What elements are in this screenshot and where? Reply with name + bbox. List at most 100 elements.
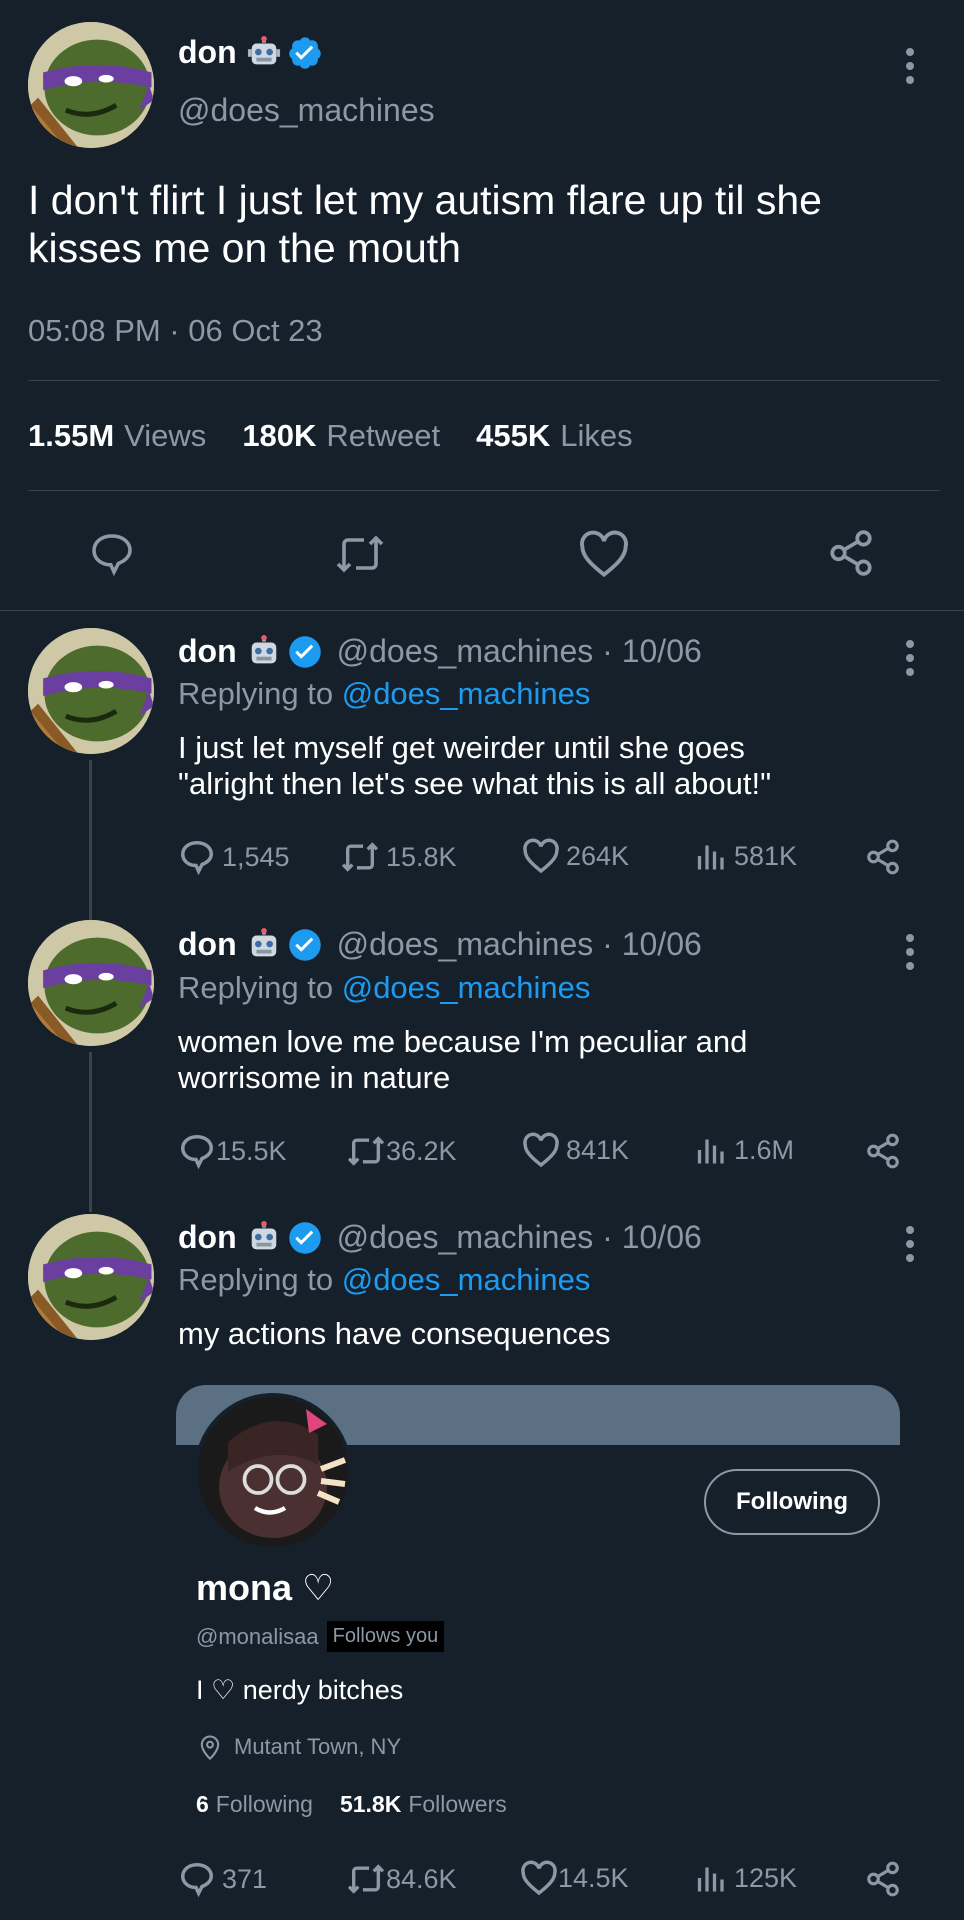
like-action[interactable]: 841K (522, 1132, 629, 1168)
location-text: Mutant Town, NY (234, 1734, 402, 1759)
views-icon (697, 845, 724, 870)
replying-handle-link[interactable]: @does_machines (342, 970, 591, 1005)
more-options-icon[interactable] (905, 1226, 915, 1262)
tweet-text-line: kisses me on the mouth (28, 225, 461, 271)
views-icon (697, 1139, 724, 1164)
replying-handle-link[interactable]: @does_machines (342, 676, 591, 711)
more-options-icon[interactable] (905, 48, 915, 84)
views-icon (697, 1867, 724, 1892)
main-action-bar (0, 520, 964, 584)
author-name[interactable]: don (178, 34, 237, 71)
robot-emoji-icon (247, 1220, 281, 1255)
reply-action-bar: 15.5K 36.2K 841K 1.6M (0, 1132, 964, 1172)
share-icon[interactable] (864, 1132, 902, 1170)
handle-date[interactable]: @does_machines · 10/06 (337, 926, 702, 963)
profile-avatar[interactable] (194, 1393, 352, 1551)
reply-action-bar: 371 84.6K 14.5K 125K (0, 1860, 964, 1900)
profile-follow-stats: 6 Following 51.8K Followers (196, 1791, 507, 1818)
main-tweet-avatar[interactable] (28, 22, 154, 148)
follows-you-badge: Follows you (326, 1621, 445, 1652)
share-icon[interactable] (864, 838, 902, 876)
retweet-count: 84.6K (386, 1863, 457, 1894)
author-handle[interactable]: @does_machines (178, 92, 435, 129)
reply-avatar[interactable] (28, 628, 154, 754)
reply-action[interactable]: 15.5K (178, 1132, 287, 1170)
like-action[interactable]: 14.5K (520, 1860, 629, 1896)
reply-avatar[interactable] (28, 920, 154, 1046)
replying-to: Replying to @does_machines (178, 676, 590, 712)
heart-icon (523, 838, 559, 874)
replying-to: Replying to @does_machines (178, 1262, 590, 1298)
likes-label[interactable]: Likes (560, 418, 632, 454)
profile-handle[interactable]: @monalisaa (196, 1624, 319, 1650)
profile-handle-row: @monalisaa Follows you (196, 1621, 445, 1652)
author-name[interactable]: don (178, 633, 237, 670)
divider (28, 380, 940, 381)
reply-count: 1,545 (222, 841, 290, 872)
retweet-action[interactable]: 15.8K (340, 838, 457, 876)
more-options-icon[interactable] (905, 934, 915, 970)
retweet-icon (341, 842, 379, 872)
reply-icon (181, 1863, 213, 1898)
author-name[interactable]: don (178, 1219, 237, 1256)
heart-icon[interactable] (578, 530, 630, 578)
profile-bio: I ♡ nerdy bitches (196, 1675, 404, 1705)
like-action[interactable]: 264K (522, 838, 629, 874)
followers-label[interactable]: Followers (408, 1791, 506, 1818)
views-label: Views (124, 418, 207, 453)
share-icon[interactable] (864, 1860, 902, 1898)
reply-text-line: my actions have consequences (178, 1316, 611, 1351)
retweet-action[interactable]: 36.2K (346, 1132, 457, 1170)
views-action[interactable]: 581K (692, 838, 797, 874)
reply-action-bar: 1,545 15.8K 264K 581K (0, 838, 964, 878)
replying-prefix: Replying to (178, 970, 334, 1005)
reply-name-row: don @does_machines · 10/06 (178, 926, 702, 963)
retweets-count[interactable]: 180K (242, 418, 316, 454)
reply-action[interactable]: 371 (178, 1860, 267, 1898)
profile-name[interactable]: mona ♡ (196, 1567, 334, 1609)
tweet-timestamp[interactable]: 05:08 PM · 06 Oct 23 (28, 313, 323, 349)
verified-badge-icon (288, 36, 321, 69)
tweet-stats: 1.55M Views 180K Retweet 455K Likes (28, 418, 633, 454)
retweet-icon (347, 1136, 385, 1166)
heart-icon (523, 1132, 559, 1168)
robot-emoji-icon (247, 634, 281, 669)
likes-count[interactable]: 455K (476, 418, 550, 454)
reply-count: 15.5K (216, 1135, 287, 1166)
like-count: 14.5K (558, 1862, 629, 1893)
profile-card[interactable]: Following mona ♡ @monalisaa Follows you … (176, 1385, 900, 1818)
replying-to: Replying to @does_machines (178, 970, 590, 1006)
retweet-icon[interactable] (334, 530, 386, 578)
reply-icon (181, 1135, 213, 1170)
views-count: 1.6M (734, 1134, 795, 1165)
author-name[interactable]: don (178, 926, 237, 963)
reply-icon[interactable] (88, 530, 136, 578)
reply-name-row: don @does_machines · 10/06 (178, 633, 702, 670)
more-options-icon[interactable] (905, 640, 915, 676)
reply-icon (181, 841, 213, 876)
like-count: 841K (566, 1134, 630, 1165)
following-button[interactable]: Following (704, 1469, 880, 1535)
reply-text-line: women love me because I'm peculiar and (178, 1024, 748, 1059)
divider (0, 610, 964, 611)
reply-text-line: "alright then let's see what this is all… (178, 766, 772, 801)
reply-avatar[interactable] (28, 1214, 154, 1340)
reply-text-line: I just let myself get weirder until she … (178, 730, 745, 765)
retweet-action[interactable]: 84.6K (346, 1860, 457, 1898)
verified-badge-icon (288, 635, 321, 668)
views-action[interactable]: 125K (692, 1860, 797, 1896)
tweet-text-line: I don't flirt I just let my autism flare… (28, 177, 822, 223)
like-count: 264K (566, 840, 630, 871)
reply-text: my actions have consequences (178, 1316, 611, 1352)
following-count[interactable]: 6 (196, 1791, 209, 1818)
following-label[interactable]: Following (216, 1791, 313, 1818)
followers-count[interactable]: 51.8K (340, 1791, 401, 1818)
retweets-label[interactable]: Retweet (326, 418, 440, 454)
handle-date[interactable]: @does_machines · 10/06 (337, 1219, 702, 1256)
reply-action[interactable]: 1,545 (178, 838, 290, 876)
replying-handle-link[interactable]: @does_machines (342, 1262, 591, 1297)
robot-emoji-icon (247, 927, 281, 962)
views-action[interactable]: 1.6M (692, 1132, 794, 1168)
handle-date[interactable]: @does_machines · 10/06 (337, 633, 702, 670)
share-icon[interactable] (826, 528, 876, 578)
